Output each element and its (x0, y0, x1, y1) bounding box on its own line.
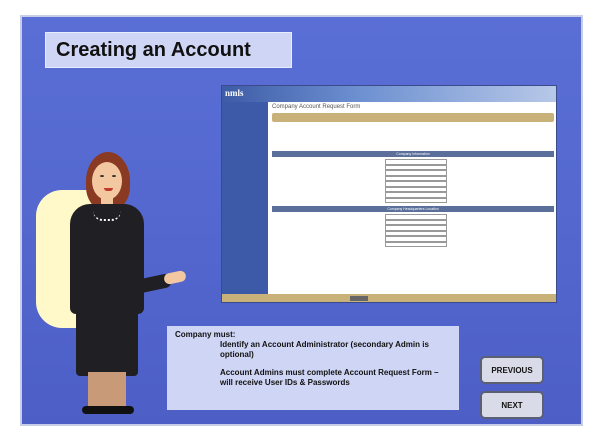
section-company-information: Company Information (272, 151, 554, 157)
form-submit-button (350, 295, 368, 301)
form-footer (222, 294, 556, 302)
note-item-administrator: Identify an Account Administrator (secon… (220, 340, 429, 359)
form-screenshot: nmls Company Account Request Form Compan… (221, 85, 557, 303)
screenshot-main: Company Account Request Form Company Inf… (272, 104, 554, 302)
requirements-note: Company must: Identify an Account Admini… (167, 326, 459, 410)
form-intro-text (272, 126, 554, 148)
title-box: Creating an Account (45, 32, 292, 68)
slide-title: Creating an Account (56, 38, 251, 61)
form-title: Company Account Request Form (272, 104, 361, 110)
screenshot-sidebar (222, 102, 268, 302)
screenshot-header: nmls (222, 86, 556, 102)
previous-button[interactable]: PREVIOUS (480, 356, 544, 384)
note-heading: Company must: (175, 330, 236, 339)
note-item-request-form: Account Admins must complete Account Req… (220, 368, 439, 387)
nmls-logo: nmls (225, 88, 244, 98)
form-banner (272, 113, 554, 122)
section-company-hq: Company Headquarters Location (272, 206, 554, 212)
next-button[interactable]: NEXT (480, 391, 544, 419)
